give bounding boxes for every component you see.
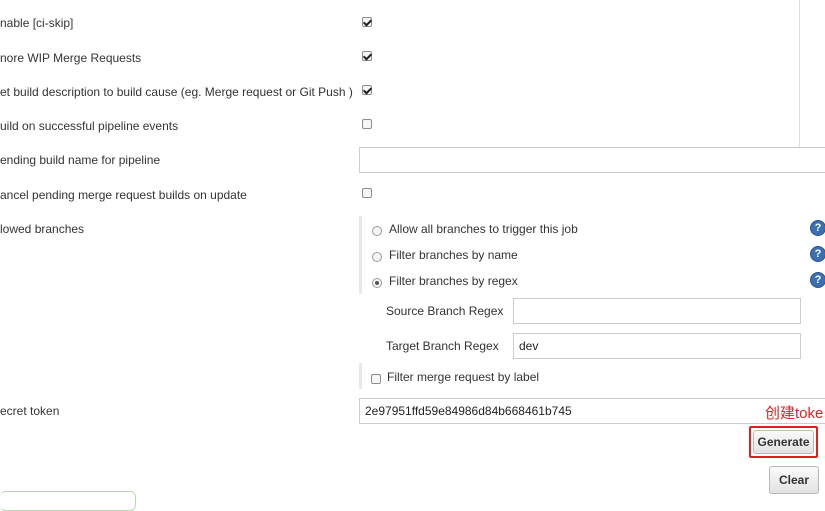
ci-skip-checkbox[interactable] bbox=[362, 17, 372, 27]
ignore-wip-checkbox[interactable] bbox=[362, 51, 372, 61]
set-build-description-checkbox[interactable] bbox=[362, 85, 372, 95]
radio-filter-by-regex[interactable] bbox=[372, 278, 382, 288]
pending-build-name-input[interactable] bbox=[359, 147, 825, 173]
right-edge-divider bbox=[799, 0, 800, 148]
radio-filter-by-name[interactable] bbox=[372, 252, 382, 262]
filter-by-label-label: Filter merge request by label bbox=[387, 370, 540, 384]
cancel-pending-checkbox[interactable] bbox=[362, 188, 372, 198]
allowed-branches-label: lowed branches bbox=[0, 222, 85, 236]
option-filter-by-regex-label: Filter branches by regex bbox=[389, 274, 518, 288]
target-branch-regex-input[interactable] bbox=[513, 333, 801, 359]
ignore-wip-label: nore WIP Merge Requests bbox=[0, 51, 142, 65]
option-allow-all-branches-label: Allow all branches to trigger this job bbox=[389, 222, 578, 236]
set-build-description-label: et build description to build cause (eg.… bbox=[0, 85, 353, 99]
source-branch-regex-input[interactable] bbox=[513, 298, 801, 324]
clear-button[interactable]: Clear bbox=[769, 466, 819, 494]
cancel-pending-label: ancel pending merge request builds on up… bbox=[0, 188, 247, 202]
generate-button[interactable]: Generate bbox=[753, 430, 814, 454]
pipeline-events-checkbox[interactable] bbox=[362, 119, 372, 129]
annotation-text: 创建toke bbox=[764, 402, 824, 423]
partial-element-outline bbox=[0, 491, 136, 511]
help-icon-filter-by-regex[interactable]: ? bbox=[810, 272, 825, 288]
help-icon-allow-all[interactable]: ? bbox=[810, 220, 825, 236]
source-branch-regex-label: Source Branch Regex bbox=[386, 304, 504, 318]
filter-by-label-checkbox[interactable] bbox=[371, 374, 381, 384]
pipeline-events-label: uild on successful pipeline events bbox=[0, 119, 179, 133]
ci-skip-label: nable [ci-skip] bbox=[0, 16, 74, 30]
pending-build-name-label: ending build name for pipeline bbox=[0, 153, 161, 167]
option-filter-by-name-label: Filter branches by name bbox=[389, 248, 518, 262]
radio-allow-all-branches[interactable] bbox=[372, 226, 382, 236]
filter-label-group-bar bbox=[359, 363, 362, 389]
target-branch-regex-label: Target Branch Regex bbox=[386, 339, 499, 353]
secret-token-input[interactable] bbox=[359, 398, 825, 424]
branch-options-group-bar bbox=[359, 216, 362, 294]
secret-token-label: ecret token bbox=[0, 404, 60, 418]
help-icon-filter-by-name[interactable]: ? bbox=[810, 246, 825, 262]
